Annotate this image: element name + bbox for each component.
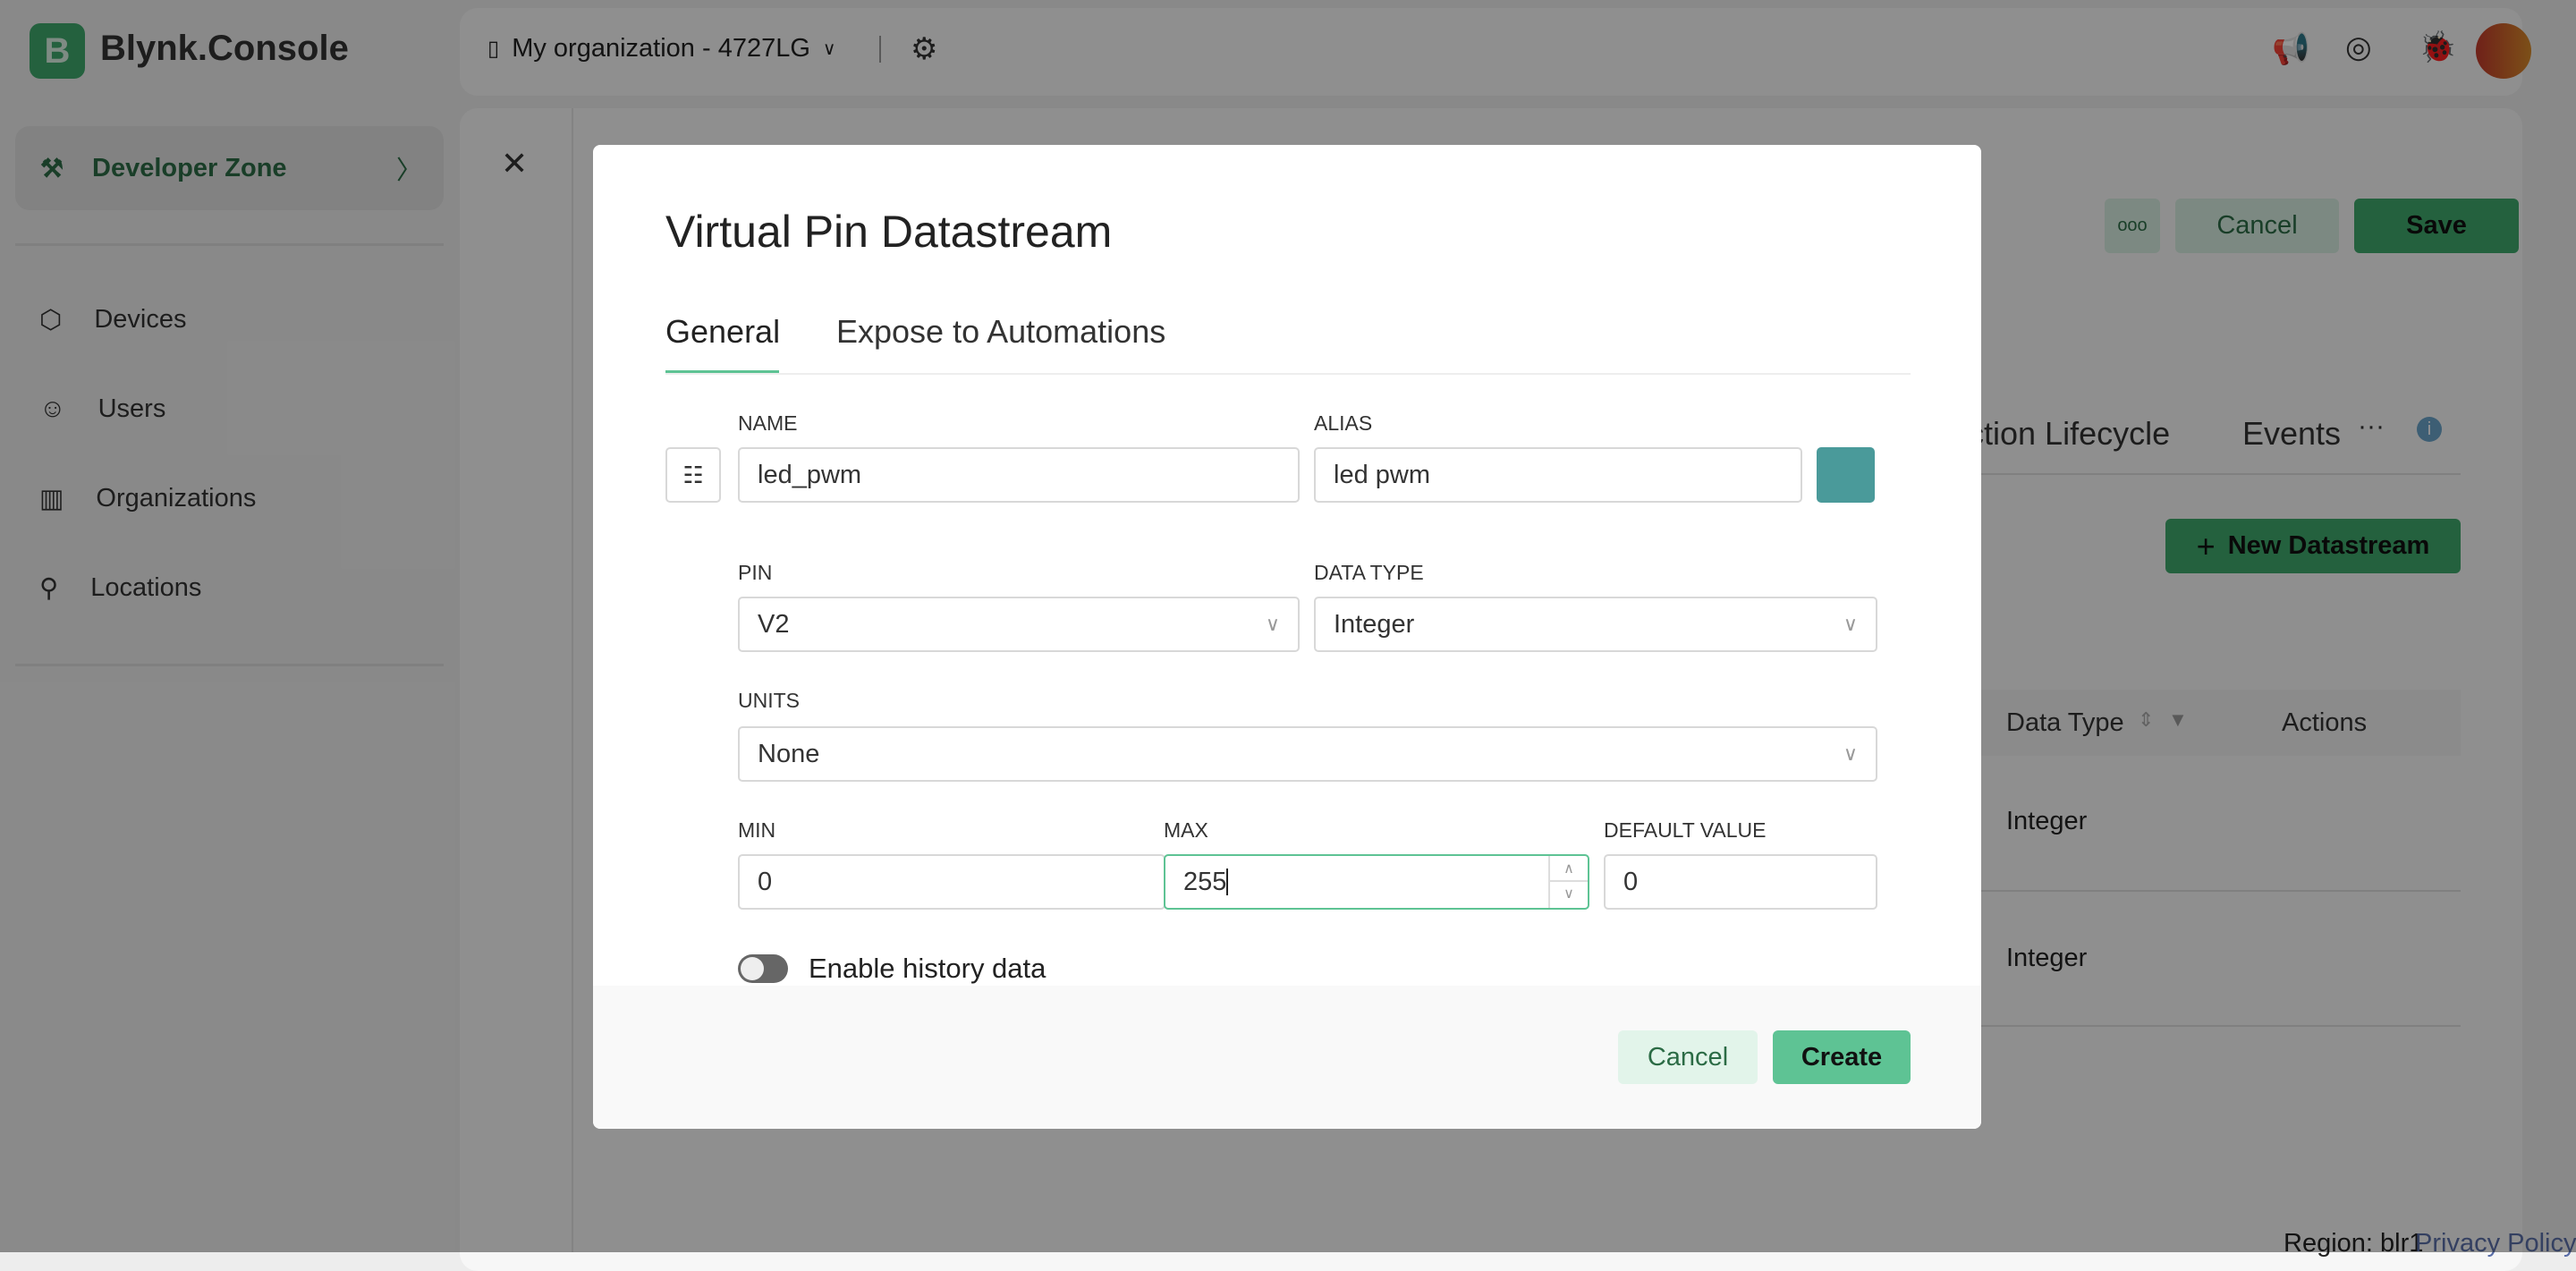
units-label: UNITS <box>738 689 800 712</box>
create-button[interactable]: Create <box>1773 1030 1911 1084</box>
alias-input[interactable]: led pwm <box>1314 447 1802 503</box>
pin-value: V2 <box>758 609 790 639</box>
chevron-down-icon: ∨ <box>1843 613 1858 635</box>
units-value: None <box>758 739 820 768</box>
min-input[interactable]: 0 <box>738 854 1165 910</box>
divider <box>665 373 1911 375</box>
chevron-down-icon: ∨ <box>1265 613 1280 635</box>
datastream-icon-picker[interactable]: ☷ <box>665 447 721 503</box>
name-label: NAME <box>738 411 798 435</box>
alias-label: ALIAS <box>1314 411 1373 435</box>
sliders-icon: ☷ <box>682 461 704 488</box>
text-cursor <box>1226 869 1229 895</box>
tab-general[interactable]: General <box>665 313 780 351</box>
data-type-select[interactable]: Integer ∨ <box>1314 597 1877 652</box>
pin-label: PIN <box>738 561 773 584</box>
default-value-label: DEFAULT VALUE <box>1604 818 1767 842</box>
virtual-pin-datastream-modal: Virtual Pin Datastream General Expose to… <box>593 145 1981 1129</box>
decrement-icon[interactable]: ∨ <box>1550 882 1588 906</box>
max-value: 255 <box>1183 867 1227 896</box>
max-input[interactable]: 255 ∧ ∨ <box>1164 854 1589 910</box>
name-input[interactable]: led_pwm <box>738 447 1300 503</box>
chevron-down-icon: ∨ <box>1843 742 1858 765</box>
default-value-input[interactable]: 0 <box>1604 854 1877 910</box>
tab-expose-to-automations[interactable]: Expose to Automations <box>836 313 1165 351</box>
color-picker[interactable] <box>1817 447 1875 503</box>
toggle-knob <box>741 957 764 980</box>
data-type-label: DATA TYPE <box>1314 561 1424 584</box>
history-toggle[interactable] <box>738 954 788 983</box>
increment-icon[interactable]: ∧ <box>1550 856 1588 882</box>
data-type-value: Integer <box>1334 609 1415 639</box>
min-label: MIN <box>738 818 776 842</box>
max-label: MAX <box>1164 818 1208 842</box>
number-stepper[interactable]: ∧ ∨ <box>1548 856 1588 908</box>
modal-title: Virtual Pin Datastream <box>665 207 1113 257</box>
history-label: Enable history data <box>809 953 1046 984</box>
modal-cancel-button[interactable]: Cancel <box>1618 1030 1758 1084</box>
pin-select[interactable]: V2 ∨ <box>738 597 1300 652</box>
units-select[interactable]: None ∨ <box>738 726 1877 782</box>
